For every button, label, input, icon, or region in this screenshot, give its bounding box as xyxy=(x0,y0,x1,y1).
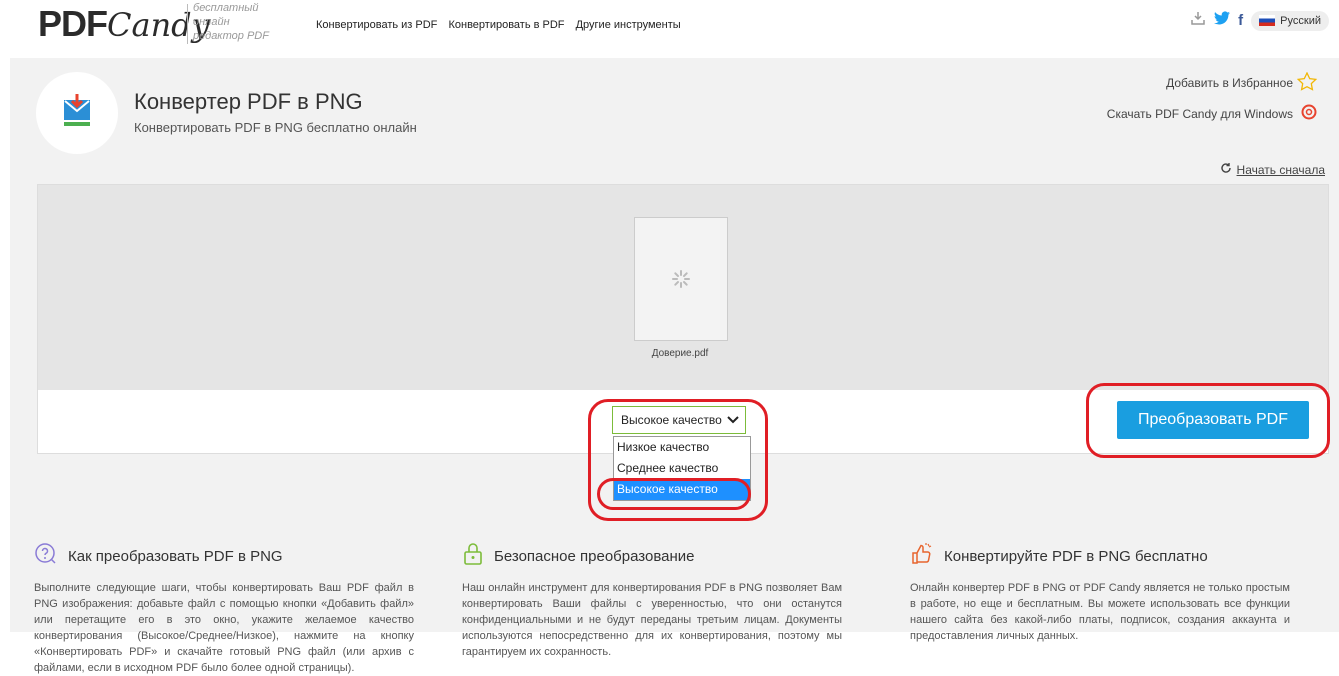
refresh-icon xyxy=(1220,162,1232,177)
info-free-title: Конвертируйте PDF в PNG бесплатно xyxy=(944,547,1208,565)
quality-option-medium[interactable]: Среднее качество xyxy=(614,458,750,479)
quality-select[interactable]: Высокое качество xyxy=(612,406,746,434)
tool-icon xyxy=(36,72,118,154)
convert-button[interactable]: Преобразовать PDF xyxy=(1117,401,1309,439)
conversion-panel: Доверие.pdf Высокое качество Низкое каче… xyxy=(37,184,1329,501)
nav-other-tools[interactable]: Другие инструменты xyxy=(576,19,681,31)
quality-option-high[interactable]: Высокое качество xyxy=(614,479,750,500)
favorite-label: Добавить в Избранное xyxy=(1166,76,1293,90)
candy-swirl-icon xyxy=(1301,104,1317,123)
loading-spinner-icon xyxy=(671,269,691,294)
info-free: Конвертируйте PDF в PNG бесплатно Онлайн… xyxy=(910,542,1290,644)
thumbs-up-icon xyxy=(910,542,934,570)
restart-link[interactable]: Начать сначала xyxy=(1220,162,1325,177)
file-thumbnail[interactable] xyxy=(634,217,728,341)
download-windows-label: Скачать PDF Candy для Windows xyxy=(1106,106,1293,121)
nav-convert-to-pdf[interactable]: Конвертировать в PDF xyxy=(448,19,564,31)
info-free-heading: Конвертируйте PDF в PNG бесплатно xyxy=(910,542,1290,570)
info-how-to-title: Как преобразовать PDF в PNG xyxy=(68,547,283,565)
logo[interactable]: PDFCandy xyxy=(38,2,210,47)
russia-flag-icon xyxy=(1259,15,1276,26)
page-content: Конвертер PDF в PNG Конвертировать PDF в… xyxy=(10,58,1339,674)
lock-icon xyxy=(462,542,484,570)
language-selector[interactable]: Русский xyxy=(1251,10,1329,31)
twitter-icon[interactable] xyxy=(1214,11,1231,30)
main-nav: Конвертировать из PDF Конвертировать в P… xyxy=(316,19,689,31)
logo-divider xyxy=(187,4,188,44)
info-security-title: Безопасное преобразование xyxy=(494,547,695,565)
info-security: Безопасное преобразование Наш онлайн инс… xyxy=(462,542,842,660)
chevron-down-icon xyxy=(727,413,739,427)
file-drop-area[interactable]: Доверие.pdf xyxy=(38,185,1328,390)
download-icon[interactable] xyxy=(1190,10,1206,31)
question-icon xyxy=(34,542,58,570)
language-label: Русский xyxy=(1280,14,1321,27)
info-free-text: Онлайн конвертер PDF в PNG от PDF Candy … xyxy=(910,582,1290,642)
facebook-icon[interactable]: f xyxy=(1238,12,1243,29)
info-security-heading: Безопасное преобразование xyxy=(462,542,842,570)
quality-dropdown-list: Низкое качество Среднее качество Высокое… xyxy=(613,436,751,501)
info-how-to-heading: Как преобразовать PDF в PNG xyxy=(34,542,414,570)
file-name: Доверие.pdf xyxy=(651,348,709,359)
quality-selected-value: Высокое качество xyxy=(621,413,722,427)
header-actions: f Русский xyxy=(1190,10,1329,31)
star-icon xyxy=(1296,71,1318,94)
info-how-to-text: Выполните следующие шаги, чтобы конверти… xyxy=(34,582,414,674)
nav-convert-from-pdf[interactable]: Конвертировать из PDF xyxy=(316,19,437,31)
add-favorite-link[interactable]: Добавить в Избранное xyxy=(1166,71,1318,94)
info-security-text: Наш онлайн инструмент для конвертировани… xyxy=(462,582,842,658)
restart-label: Начать сначала xyxy=(1236,162,1325,177)
logo-pdf: PDF xyxy=(38,3,108,44)
info-how-to: Как преобразовать PDF в PNG Выполните сл… xyxy=(34,542,414,676)
page-subtitle: Конвертировать PDF в PNG бесплатно онлай… xyxy=(134,120,417,135)
download-windows-link[interactable]: Скачать PDF Candy для Windows xyxy=(1107,104,1317,123)
top-bar: PDFCandy бесплатный онлайн редактор PDF … xyxy=(0,0,1339,50)
tagline: бесплатный онлайн редактор PDF xyxy=(193,2,269,42)
page-title: Конвертер PDF в PNG xyxy=(134,89,363,114)
quality-option-low[interactable]: Низкое качество xyxy=(614,437,750,458)
